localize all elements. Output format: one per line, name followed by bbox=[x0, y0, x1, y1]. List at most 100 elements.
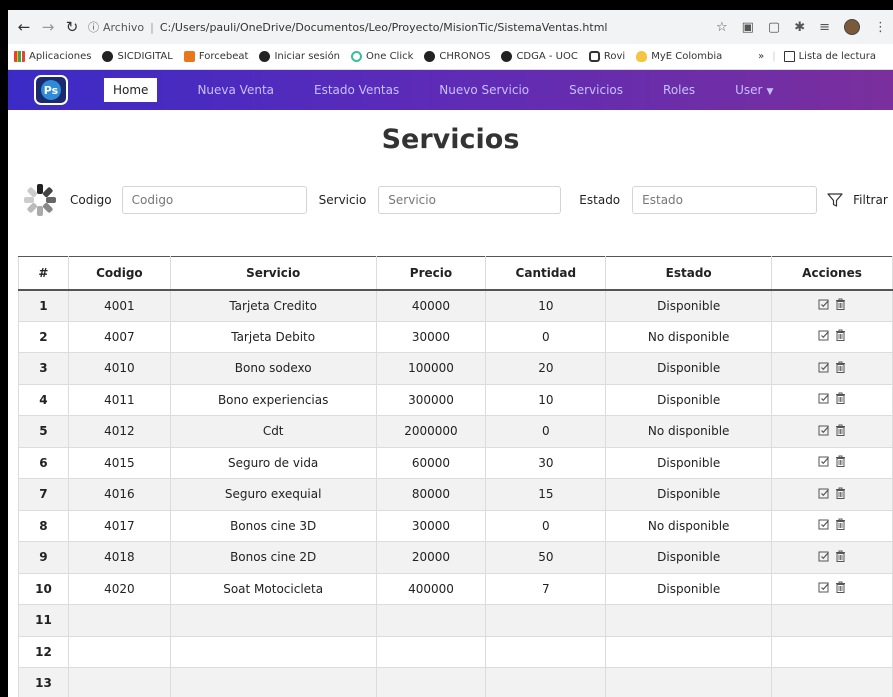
codigo-cell: 4020 bbox=[67, 572, 171, 605]
estado-cell: Disponible bbox=[605, 352, 773, 385]
row-index: 10 bbox=[18, 572, 69, 605]
bookmark-label: Iniciar sesión bbox=[274, 51, 341, 62]
estado-cell bbox=[605, 635, 773, 668]
cantidad-cell: 10 bbox=[485, 383, 607, 416]
table-row: 11 bbox=[18, 604, 893, 637]
bookmark-cdga-uoc[interactable]: CDGA - UOC bbox=[501, 51, 578, 62]
trash-icon[interactable] bbox=[835, 518, 846, 531]
star-icon[interactable]: ☆ bbox=[716, 20, 728, 35]
edit-icon[interactable] bbox=[818, 455, 830, 467]
browser-toolbar: ← → ↻ ⓘ Archivo | C:/Users/pauli/OneDriv… bbox=[8, 10, 893, 44]
bookmark-iniciar-sesion[interactable]: Iniciar sesión bbox=[259, 51, 340, 62]
edit-icon[interactable] bbox=[818, 518, 830, 530]
forcebeat-icon bbox=[183, 51, 195, 62]
estado-label: Estado bbox=[579, 193, 621, 207]
edit-icon[interactable] bbox=[818, 487, 830, 499]
screenshot-icon[interactable]: ▣ bbox=[742, 20, 754, 35]
nav-home[interactable]: Home bbox=[104, 78, 158, 102]
precio-cell: 30000 bbox=[375, 509, 487, 542]
servicio-cell: Bonos cine 3D bbox=[169, 509, 377, 542]
bookmark-sicdigital[interactable]: SICDIGITAL bbox=[102, 51, 173, 62]
trash-icon[interactable] bbox=[835, 392, 846, 405]
row-actions bbox=[818, 487, 846, 499]
bookmark-chronos[interactable]: CHRONOS bbox=[424, 51, 490, 62]
loading-spinner-icon bbox=[24, 184, 56, 216]
forward-icon[interactable]: → bbox=[38, 18, 58, 36]
nav-roles[interactable]: Roles bbox=[663, 83, 695, 97]
trash-icon[interactable] bbox=[835, 424, 846, 436]
bookmarks-right: » | Lista de lectura bbox=[758, 51, 887, 62]
table-row: 4 4011 Bono experiencias 300000 10 Disponible bbox=[18, 383, 893, 416]
trash-icon[interactable] bbox=[835, 550, 846, 562]
bookmark-one-click[interactable]: One Click bbox=[351, 51, 413, 62]
cantidad-cell: 30 bbox=[485, 446, 607, 479]
menu-icon[interactable]: ⋮ bbox=[874, 20, 887, 35]
edit-icon[interactable] bbox=[818, 550, 830, 562]
edit-icon[interactable] bbox=[818, 392, 830, 404]
trash-icon[interactable] bbox=[835, 455, 846, 468]
info-icon[interactable]: ⓘ bbox=[88, 19, 99, 35]
cast-icon[interactable]: ▢ bbox=[768, 20, 780, 35]
reload-icon[interactable]: ↻ bbox=[62, 18, 82, 36]
nav-nueva-venta[interactable]: Nueva Venta bbox=[197, 83, 274, 97]
codigo-cell: 4007 bbox=[67, 320, 171, 353]
bookmark-rovi[interactable]: Rovi bbox=[588, 51, 626, 62]
extensions-icon[interactable]: ✱ bbox=[794, 20, 805, 35]
actions-cell bbox=[771, 667, 893, 697]
actions-cell bbox=[771, 478, 893, 511]
profile-avatar-icon[interactable] bbox=[844, 19, 860, 35]
servicio-cell: Seguro de vida bbox=[169, 446, 377, 479]
bookmark-label: CDGA - UOC bbox=[516, 51, 578, 62]
servicio-input[interactable] bbox=[378, 186, 562, 214]
address-url[interactable]: C:/Users/pauli/OneDrive/Documentos/Leo/P… bbox=[160, 21, 608, 34]
row-index: 3 bbox=[18, 352, 69, 385]
estado-cell: Disponible bbox=[605, 572, 773, 605]
filter-button-label: Filtrar bbox=[853, 193, 888, 207]
bookmark-mye-colombia[interactable]: MyE Colombia bbox=[636, 51, 722, 62]
edit-icon[interactable] bbox=[818, 424, 830, 436]
edit-icon[interactable] bbox=[818, 298, 830, 310]
servicio-cell: Tarjeta Debito bbox=[169, 320, 377, 353]
bookmark-label: Rovi bbox=[603, 51, 626, 62]
estado-cell: Disponible bbox=[605, 541, 773, 574]
trash-icon[interactable] bbox=[835, 329, 846, 342]
table-row: 6 4015 Seguro de vida 60000 30 Disponible bbox=[18, 446, 893, 479]
nav-user-dropdown[interactable]: User ▼ bbox=[735, 83, 773, 97]
row-actions bbox=[818, 329, 846, 342]
servicio-label: Servicio bbox=[318, 193, 367, 207]
servicio-cell: Cdt bbox=[169, 415, 377, 448]
table-row: 10 4020 Soat Motocicleta 400000 7 Disponible bbox=[18, 572, 893, 605]
reading-list-icon[interactable]: ≡ bbox=[819, 20, 830, 35]
codigo-input[interactable] bbox=[121, 186, 307, 214]
table-header-row: # Codigo Servicio Precio Cantidad Estado Accio… bbox=[18, 256, 893, 291]
filter-button[interactable]: Filtrar bbox=[827, 192, 888, 208]
nav-estado-ventas[interactable]: Estado Ventas bbox=[314, 83, 399, 97]
more-bookmarks-button[interactable]: » bbox=[758, 51, 764, 62]
edit-icon[interactable] bbox=[818, 361, 830, 373]
reading-list-label: Lista de lectura bbox=[798, 51, 876, 62]
precio-cell: 20000 bbox=[375, 541, 487, 574]
nav-nuevo-servicio[interactable]: Nuevo Servicio bbox=[439, 83, 529, 97]
precio-cell: 2000000 bbox=[375, 415, 487, 448]
row-index: 11 bbox=[18, 604, 69, 637]
reading-list-button[interactable]: Lista de lectura bbox=[783, 51, 876, 62]
trash-icon[interactable] bbox=[835, 298, 846, 310]
address-bar[interactable]: ⓘ Archivo | C:/Users/pauli/OneDrive/Docu… bbox=[88, 15, 706, 39]
estado-input[interactable] bbox=[632, 186, 818, 214]
trash-icon[interactable] bbox=[835, 361, 846, 373]
servicio-cell: Bono experiencias bbox=[169, 383, 377, 416]
codigo-cell: 4012 bbox=[67, 415, 171, 448]
bookmark-apps[interactable]: Aplicaciones bbox=[14, 51, 91, 62]
bookmark-forcebeat[interactable]: Forcebeat bbox=[183, 51, 248, 62]
edit-icon[interactable] bbox=[818, 581, 830, 593]
trash-icon[interactable] bbox=[835, 581, 846, 594]
trash-icon[interactable] bbox=[835, 487, 846, 499]
app-logo[interactable]: Ps bbox=[34, 75, 68, 105]
back-icon[interactable]: ← bbox=[14, 18, 34, 36]
bookmark-label: One Click bbox=[366, 51, 414, 62]
nav-servicios[interactable]: Servicios bbox=[569, 83, 623, 97]
row-actions bbox=[818, 550, 846, 562]
row-actions bbox=[818, 518, 846, 531]
edit-icon[interactable] bbox=[818, 329, 830, 341]
table-row: 12 bbox=[18, 635, 893, 668]
